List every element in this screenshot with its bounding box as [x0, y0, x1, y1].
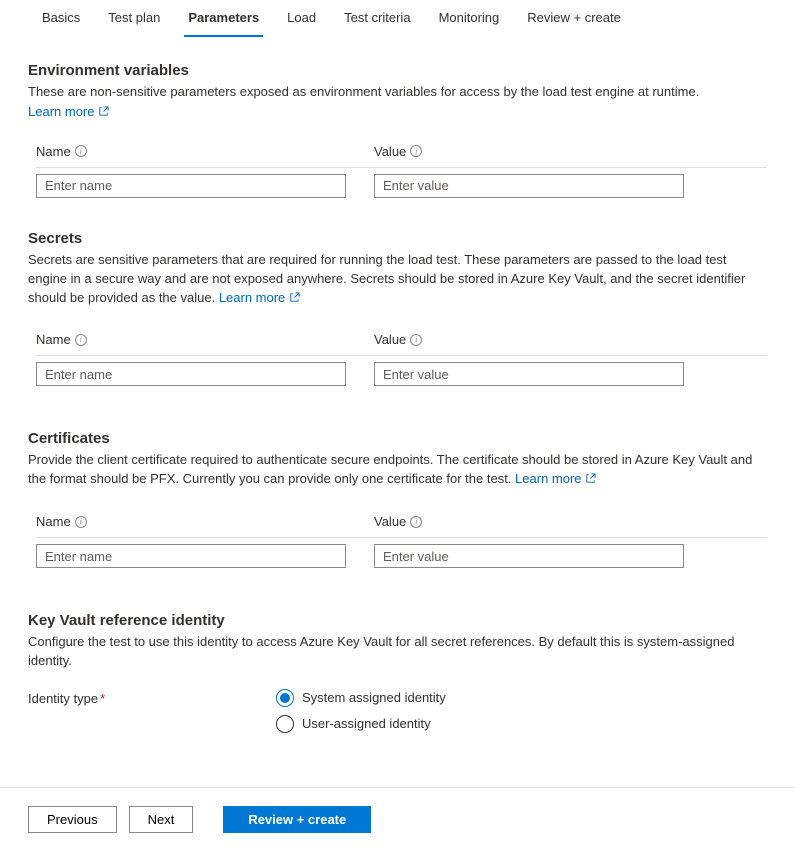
- required-asterisk: *: [100, 691, 105, 706]
- radio-label: User-assigned identity: [302, 716, 431, 731]
- learn-more-label: Learn more: [219, 290, 285, 305]
- secrets-name-input[interactable]: [36, 362, 346, 386]
- certs-value-header: Value i: [374, 514, 684, 529]
- radio-system-assigned[interactable]: System assigned identity: [276, 689, 446, 707]
- info-icon[interactable]: i: [410, 145, 422, 157]
- secrets-title: Secrets: [28, 230, 767, 247]
- secrets-value-header: Value i: [374, 332, 684, 347]
- kv-title: Key Vault reference identity: [28, 612, 767, 629]
- env-vars-learn-more-link[interactable]: Learn more: [28, 104, 109, 119]
- certs-value-input[interactable]: [374, 544, 684, 568]
- parameters-panel: Environment variables These are non-sens…: [0, 38, 795, 745]
- radio-unchecked-icon: [276, 715, 294, 733]
- tab-parameters[interactable]: Parameters: [174, 0, 273, 37]
- tab-basics[interactable]: Basics: [28, 0, 94, 37]
- external-link-icon: [585, 471, 596, 490]
- env-value-header: Value i: [374, 144, 684, 159]
- identity-type-radio-group: System assigned identity User-assigned i…: [276, 689, 446, 733]
- learn-more-label: Learn more: [28, 104, 94, 119]
- tabs-bar: Basics Test plan Parameters Load Test cr…: [0, 0, 795, 38]
- env-value-input[interactable]: [374, 174, 684, 198]
- info-icon[interactable]: i: [410, 516, 422, 528]
- secrets-learn-more-link[interactable]: Learn more: [219, 290, 300, 305]
- env-vars-desc: These are non-sensitive parameters expos…: [28, 83, 767, 102]
- radio-checked-icon: [276, 689, 294, 707]
- tab-review-create[interactable]: Review + create: [513, 0, 635, 37]
- env-name-header: Name i: [36, 144, 346, 159]
- tab-monitoring[interactable]: Monitoring: [425, 0, 514, 37]
- secrets-desc: Secrets are sensitive parameters that ar…: [28, 251, 767, 309]
- kv-desc: Configure the test to use this identity …: [28, 633, 767, 671]
- env-name-input[interactable]: [36, 174, 346, 198]
- wizard-footer: Previous Next Review + create: [0, 787, 795, 851]
- external-link-icon: [289, 290, 300, 309]
- radio-label: System assigned identity: [302, 690, 446, 705]
- info-icon[interactable]: i: [410, 334, 422, 346]
- certs-title: Certificates: [28, 430, 767, 447]
- info-icon[interactable]: i: [75, 145, 87, 157]
- info-icon[interactable]: i: [75, 334, 87, 346]
- env-vars-title: Environment variables: [28, 62, 767, 79]
- certs-name-input[interactable]: [36, 544, 346, 568]
- certs-desc: Provide the client certificate required …: [28, 451, 767, 490]
- learn-more-label: Learn more: [515, 471, 581, 486]
- certs-learn-more-link[interactable]: Learn more: [515, 471, 596, 486]
- tab-test-criteria[interactable]: Test criteria: [330, 0, 424, 37]
- secrets-value-input[interactable]: [374, 362, 684, 386]
- certs-name-header: Name i: [36, 514, 346, 529]
- tab-test-plan[interactable]: Test plan: [94, 0, 174, 37]
- identity-type-label: Identity type*: [28, 689, 276, 706]
- info-icon[interactable]: i: [75, 516, 87, 528]
- external-link-icon: [98, 105, 109, 120]
- secrets-name-header: Name i: [36, 332, 346, 347]
- radio-user-assigned[interactable]: User-assigned identity: [276, 715, 446, 733]
- tab-load[interactable]: Load: [273, 0, 330, 37]
